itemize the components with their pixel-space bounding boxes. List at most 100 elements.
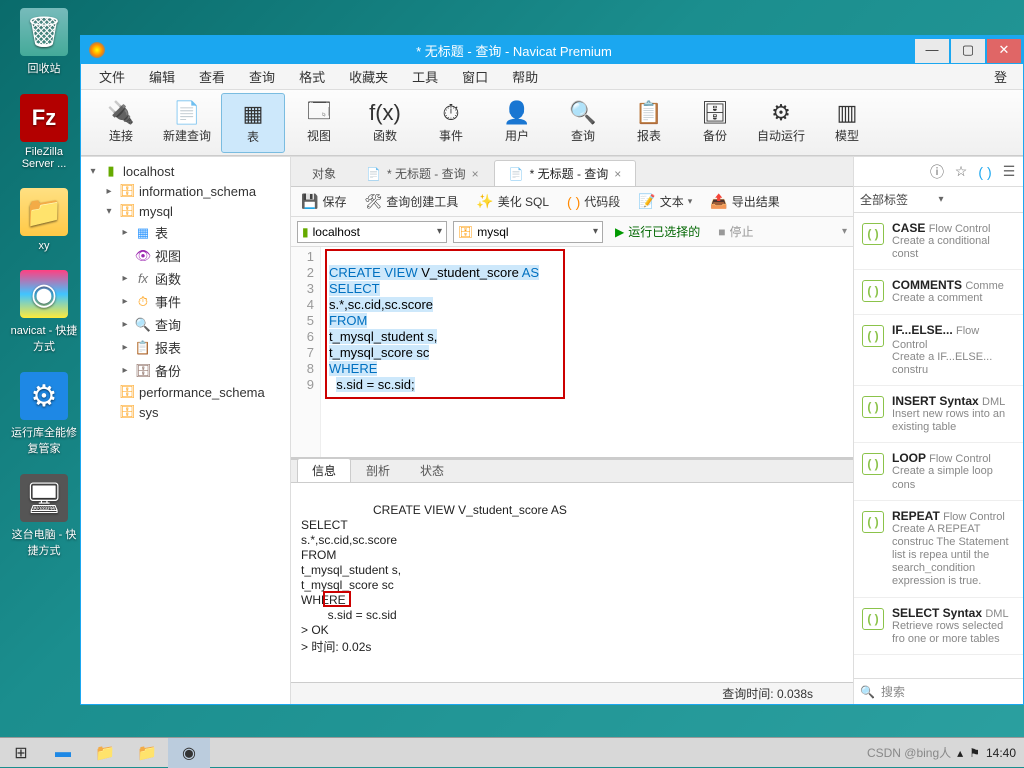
panel-icon-snippet[interactable]: ( )	[977, 164, 993, 180]
tab-* 无标题 - 查询[interactable]: 📄* 无标题 - 查询×	[351, 160, 494, 186]
outtab-剖析[interactable]: 剖析	[351, 458, 405, 482]
tool-查询[interactable]: 🔍查询	[551, 93, 615, 153]
tool-连接[interactable]: 🔌连接	[89, 93, 153, 153]
tree-报表[interactable]: ▸📋报表	[81, 336, 290, 359]
snippet-SELECT Syntax[interactable]: ( )SELECT Syntax DMLRetrieve rows select…	[854, 598, 1023, 655]
snippet-search[interactable]: 🔍搜索	[854, 678, 1023, 704]
host-combo[interactable]: ▮localhost▾	[297, 221, 447, 243]
menu-收藏夹[interactable]: 收藏夹	[337, 67, 400, 86]
tab-对象[interactable]: 对象	[297, 160, 351, 186]
tree-表[interactable]: ▸▦表	[81, 221, 290, 244]
tray-up-icon[interactable]: ▴	[957, 746, 963, 760]
panel-icon-star[interactable]: ☆	[953, 163, 969, 180]
snippets-panel: ⓘ ☆ ( ) ☰ 全部标签▾ ( )CASE Flow ControlCrea…	[853, 157, 1023, 704]
output-text: CREATE VIEW V_student_score AS SELECT s.…	[301, 503, 567, 654]
tab-* 无标题 - 查询[interactable]: 📄* 无标题 - 查询×	[494, 160, 637, 186]
snippet-CASE[interactable]: ( )CASE Flow ControlCreate a conditional…	[854, 213, 1023, 270]
tool-模型[interactable]: ▥模型	[815, 93, 879, 153]
panel-icon-info[interactable]: ⓘ	[929, 162, 945, 182]
db-combo[interactable]: 🗄mysql▾	[453, 221, 603, 243]
ok-highlight	[323, 591, 351, 607]
editor-tabs: 对象📄* 无标题 - 查询×📄* 无标题 - 查询×	[291, 157, 853, 187]
desktop-icon-recycle[interactable]: 🗑回收站	[8, 8, 80, 76]
login-link[interactable]: 登	[984, 67, 1017, 86]
export-button[interactable]: 📤导出结果	[706, 191, 783, 212]
clock[interactable]: 14:40	[986, 746, 1016, 760]
tool-事件[interactable]: ⏱事件	[419, 93, 483, 153]
tree-备份[interactable]: ▸🗄备份	[81, 359, 290, 382]
maximize-button[interactable]: ▢	[951, 39, 985, 63]
tree-视图[interactable]: 👁视图	[81, 244, 290, 267]
navicat-task[interactable]: ◉	[168, 738, 210, 768]
tool-函数[interactable]: f(x)函数	[353, 93, 417, 153]
query-builder-button[interactable]: 🛠查询创建工具	[360, 191, 462, 212]
outtab-状态[interactable]: 状态	[405, 458, 459, 482]
sql-editor[interactable]: 123456789 CREATE VIEW V_student_score AS…	[291, 247, 853, 457]
tray-flag-icon[interactable]: ⚑	[969, 746, 980, 760]
connection-bar: ▮localhost▾ 🗄mysql▾ ▶运行已选择的 ■停止 ▾	[291, 217, 853, 247]
menu-查询[interactable]: 查询	[237, 67, 287, 86]
tree-localhost[interactable]: ▾▮localhost	[81, 161, 290, 181]
snippet-COMMENTS[interactable]: ( )COMMENTS CommeCreate a comment	[854, 270, 1023, 314]
watermark: CSDN @bing人	[867, 744, 951, 761]
explorer-button[interactable]: 📁	[84, 738, 126, 768]
beautify-sql-button[interactable]: ✨美化 SQL	[472, 191, 553, 212]
run-button[interactable]: ▶运行已选择的	[609, 223, 706, 240]
menu-dropdown-icon[interactable]: ▾	[842, 226, 847, 237]
output-panel[interactable]: CREATE VIEW V_student_score AS SELECT s.…	[291, 483, 853, 682]
window-title: * 无标题 - 查询 - Navicat Premium	[113, 41, 915, 60]
menu-查看[interactable]: 查看	[187, 67, 237, 86]
main-toolbar: 🔌连接📄新建查询▦表🗔视图f(x)函数⏱事件👤用户🔍查询📋报表🗄备份⚙自动运行▥…	[81, 90, 1023, 156]
snippet-REPEAT[interactable]: ( )REPEAT Flow ControlCreate A REPEAT co…	[854, 501, 1023, 598]
output-tabs: 信息剖析状态	[291, 457, 853, 483]
taskbar[interactable]: ⊞ ▬ 📁 📁 ◉ CSDN @bing人 ▴ ⚑ 14:40	[0, 737, 1024, 767]
menu-窗口[interactable]: 窗口	[450, 67, 500, 86]
explorer2-button[interactable]: 📁	[126, 738, 168, 768]
close-button[interactable]: ✕	[987, 39, 1021, 63]
connection-tree[interactable]: ▾▮localhost▸🗄information_schema▾🗄mysql▸▦…	[81, 157, 291, 704]
panel-icon-list[interactable]: ☰	[1001, 163, 1017, 180]
snippet-LOOP[interactable]: ( )LOOP Flow ControlCreate a simple loop…	[854, 443, 1023, 500]
tree-函数[interactable]: ▸fx函数	[81, 267, 290, 290]
stop-button[interactable]: ■停止	[712, 223, 759, 240]
navicat-window: * 无标题 - 查询 - Navicat Premium — ▢ ✕ 文件编辑查…	[80, 35, 1024, 705]
tree-mysql[interactable]: ▾🗄mysql	[81, 201, 290, 221]
tool-备份[interactable]: 🗄备份	[683, 93, 747, 153]
tree-performance_schema[interactable]: 🗄performance_schema	[81, 382, 290, 402]
tree-sys[interactable]: 🗄sys	[81, 402, 290, 422]
taskview-button[interactable]: ▬	[42, 738, 84, 768]
tool-新建查询[interactable]: 📄新建查询	[155, 93, 219, 153]
save-button[interactable]: 💾保存	[297, 191, 350, 212]
snippet-INSERT Syntax[interactable]: ( )INSERT Syntax DMLInsert new rows into…	[854, 386, 1023, 443]
desktop-icon-navi[interactable]: ◉navicat - 快捷方式	[8, 270, 80, 354]
start-button[interactable]: ⊞	[0, 738, 42, 768]
minimize-button[interactable]: —	[915, 39, 949, 63]
status-bar: 查询时间: 0.038s	[291, 682, 853, 704]
outtab-信息[interactable]: 信息	[297, 458, 351, 482]
search-icon: 🔍	[860, 685, 875, 699]
tree-查询[interactable]: ▸🔍查询	[81, 313, 290, 336]
tag-filter[interactable]: 全部标签▾	[854, 187, 1023, 213]
app-icon	[89, 42, 105, 58]
code-snippet-button[interactable]: ( )代码段	[563, 191, 624, 212]
menu-工具[interactable]: 工具	[400, 67, 450, 86]
tool-用户[interactable]: 👤用户	[485, 93, 549, 153]
menu-文件[interactable]: 文件	[87, 67, 137, 86]
tree-information_schema[interactable]: ▸🗄information_schema	[81, 181, 290, 201]
titlebar[interactable]: * 无标题 - 查询 - Navicat Premium — ▢ ✕	[81, 36, 1023, 64]
menu-格式[interactable]: 格式	[287, 67, 337, 86]
snippet-IF...ELSE...[interactable]: ( )IF...ELSE... Flow ControlCreate a IF.…	[854, 315, 1023, 386]
tool-视图[interactable]: 🗔视图	[287, 93, 351, 153]
desktop-icon-fz[interactable]: FzFileZilla Server ...	[8, 94, 80, 170]
tool-报表[interactable]: 📋报表	[617, 93, 681, 153]
tool-自动运行[interactable]: ⚙自动运行	[749, 93, 813, 153]
tool-表[interactable]: ▦表	[221, 93, 285, 153]
menu-帮助[interactable]: 帮助	[500, 67, 550, 86]
text-button[interactable]: 📝文本▾	[634, 191, 696, 212]
tree-事件[interactable]: ▸⏱事件	[81, 290, 290, 313]
query-toolbar: 💾保存 🛠查询创建工具 ✨美化 SQL ( )代码段 📝文本▾ 📤导出结果	[291, 187, 853, 217]
desktop-icon-fix[interactable]: ⚙运行库全能修复管家	[8, 372, 80, 456]
menu-编辑[interactable]: 编辑	[137, 67, 187, 86]
desktop-icon-pc[interactable]: 🖥这台电脑 - 快捷方式	[8, 474, 80, 558]
desktop-icon-folder[interactable]: 📁xy	[8, 188, 80, 252]
